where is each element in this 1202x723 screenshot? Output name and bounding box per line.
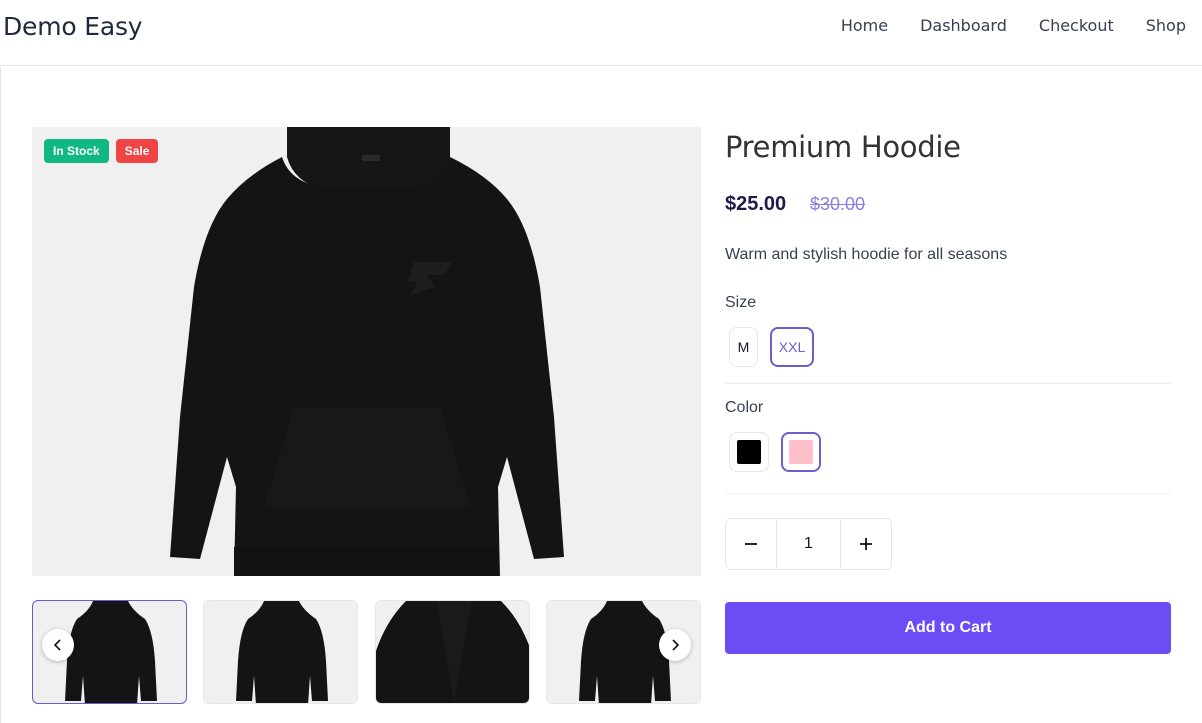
nav-checkout[interactable]: Checkout bbox=[1039, 16, 1114, 35]
product-description: Warm and stylish hoodie for all seasons bbox=[725, 246, 1008, 263]
thumbnail-2[interactable] bbox=[203, 600, 358, 704]
main-product-image: In Stock Sale bbox=[32, 127, 701, 576]
pink-swatch bbox=[789, 440, 813, 464]
sale-badge: Sale bbox=[115, 139, 159, 163]
hoodie-thumbnail-hood-icon bbox=[376, 601, 529, 703]
chevron-right-icon bbox=[672, 639, 680, 651]
top-navbar: Demo Easy Home Dashboard Checkout Shop bbox=[0, 0, 1202, 66]
increase-quantity-button[interactable] bbox=[841, 519, 891, 569]
size-option-m[interactable]: M bbox=[729, 327, 758, 367]
size-option-xxl[interactable]: XXL bbox=[770, 327, 814, 367]
color-option-black[interactable] bbox=[729, 432, 769, 472]
product-title: Premium Hoodie bbox=[725, 130, 961, 164]
minus-icon bbox=[745, 543, 757, 545]
brand-logo[interactable]: Demo Easy bbox=[3, 12, 143, 41]
nav-home[interactable]: Home bbox=[841, 16, 888, 35]
product-badges: In Stock Sale bbox=[44, 139, 159, 163]
black-swatch bbox=[737, 440, 761, 464]
plus-icon bbox=[860, 538, 872, 550]
next-thumbnail-button[interactable] bbox=[659, 629, 691, 661]
original-price: $30.00 bbox=[810, 194, 866, 214]
quantity-stepper: 1 bbox=[725, 518, 892, 570]
current-price: $25.00 bbox=[725, 193, 787, 215]
section-divider bbox=[725, 493, 1171, 494]
thumbnail-3[interactable] bbox=[375, 600, 530, 704]
page-edge-divider bbox=[0, 66, 1, 723]
chevron-left-icon bbox=[53, 639, 61, 651]
size-label: Size bbox=[725, 294, 757, 311]
color-label: Color bbox=[725, 399, 764, 416]
in-stock-badge: In Stock bbox=[44, 139, 109, 163]
nav-dashboard[interactable]: Dashboard bbox=[920, 16, 1007, 35]
quantity-value[interactable]: 1 bbox=[776, 519, 841, 569]
hoodie-image bbox=[32, 127, 701, 576]
decrease-quantity-button[interactable] bbox=[726, 519, 776, 569]
prev-thumbnail-button[interactable] bbox=[42, 629, 74, 661]
thumbnail-strip bbox=[32, 600, 701, 704]
main-nav: Home Dashboard Checkout Shop bbox=[841, 16, 1186, 35]
section-divider bbox=[725, 383, 1171, 384]
nav-shop[interactable]: Shop bbox=[1146, 16, 1186, 35]
hoodie-thumbnail-back-icon bbox=[236, 601, 328, 703]
color-option-pink[interactable] bbox=[781, 432, 821, 472]
add-to-cart-button[interactable]: Add to Cart bbox=[725, 602, 1171, 654]
